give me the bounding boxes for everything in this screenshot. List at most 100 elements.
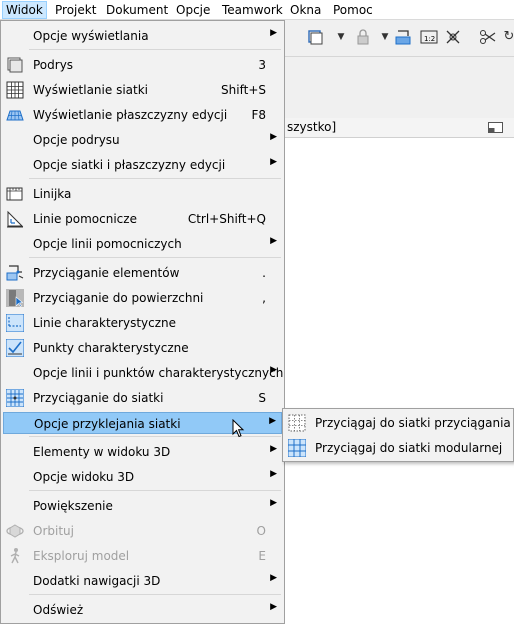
- menu-item-label: Przyciąganie do powierzchni: [33, 291, 204, 305]
- menu-item-feature-lines[interactable]: Linie charakterystyczne: [3, 312, 282, 334]
- menu-item-shortcut: 3: [258, 58, 266, 72]
- mouse-cursor-icon: [232, 418, 246, 439]
- ruler-icon: [6, 185, 24, 203]
- menu-okna[interactable]: Okna: [287, 2, 324, 18]
- menu-item-label: Linijka: [33, 187, 72, 201]
- menu-item-shortcut: Ctrl+Shift+Q: [187, 212, 266, 226]
- menu-item-ruler[interactable]: Linijka: [3, 183, 282, 205]
- menu-item-explore-model: Eksploruj model E: [3, 545, 282, 567]
- feature-points-icon: [5, 338, 25, 358]
- explore-icon: [6, 547, 24, 565]
- submenu-arrow-icon: ▶: [269, 416, 276, 426]
- menu-item-trace[interactable]: Podrys 3: [3, 54, 282, 76]
- guide-lines-icon: [6, 210, 24, 228]
- menu-opcje[interactable]: Opcje: [173, 2, 213, 18]
- submenu-item-modular-grid[interactable]: Przyciągaj do siatki modularnej: [285, 437, 511, 459]
- menu-item-label: Opcje siatki i płaszczyzny edycji: [33, 158, 226, 172]
- background-toolbar: ▼ ▼ 1:2 ↻: [284, 20, 514, 57]
- menu-separator: [29, 594, 281, 595]
- menu-item-guide-line-options[interactable]: Opcje linii pomocniczych ▶: [3, 233, 282, 255]
- menu-widok[interactable]: Widok: [2, 1, 47, 19]
- dropdown-arrow-icon[interactable]: ▼: [376, 28, 394, 46]
- element-snap-icon: [6, 264, 24, 282]
- menu-item-label: Opcje widoku 3D: [33, 470, 135, 484]
- menu-item-3d-view-options[interactable]: Opcje widoku 3D ▶: [3, 466, 282, 488]
- submenu-arrow-icon: ▶: [270, 28, 277, 38]
- menu-separator: [29, 490, 281, 491]
- trace-icon: [6, 56, 24, 74]
- submenu-item-label: Przyciągaj do siatki przyciągania: [315, 416, 511, 430]
- view-menu-dropdown: Opcje wyświetlania ▶ Podrys 3 Wyświetlan…: [0, 20, 285, 624]
- menu-item-shortcut: .: [262, 266, 266, 280]
- submenu-arrow-icon: ▶: [270, 236, 277, 246]
- menu-item-label: Linie charakterystyczne: [33, 316, 177, 330]
- orbit-icon: [6, 522, 24, 540]
- menu-item-label: Orbituj: [33, 524, 74, 538]
- menu-item-shortcut: E: [258, 549, 266, 563]
- menu-item-grid-snap[interactable]: Przyciąganie do siatki S: [3, 387, 282, 409]
- menu-teamwork[interactable]: Teamwork: [219, 2, 286, 18]
- menu-item-3d-navigation-extras[interactable]: Dodatki nawigacji 3D ▶: [3, 570, 282, 592]
- dimension-icon[interactable]: 1:2: [420, 28, 438, 46]
- menu-projekt[interactable]: Projekt: [52, 2, 99, 18]
- window-icon[interactable]: [488, 122, 504, 137]
- menu-item-label: Opcje podrysu: [33, 133, 120, 147]
- submenu-item-label: Przyciągaj do siatki modularnej: [315, 441, 503, 455]
- menu-item-label: Elementy w widoku 3D: [33, 445, 171, 459]
- menu-item-refresh[interactable]: Odśwież ▶: [3, 599, 282, 621]
- menu-item-element-snap[interactable]: Przyciąganie elementów .: [3, 262, 282, 284]
- menu-item-label: Przyciąganie elementów: [33, 266, 180, 280]
- background-filter-strip: szystko]: [284, 118, 514, 138]
- menu-item-feature-options[interactable]: Opcje linii i punktów charakterystycznyc…: [3, 362, 283, 384]
- menu-item-grid-display[interactable]: Wyświetlanie siatki Shift+S: [3, 79, 282, 101]
- menu-item-zoom[interactable]: Powiększenie ▶: [3, 495, 282, 517]
- menu-item-guide-lines[interactable]: Linie pomocnicze Ctrl+Shift+Q: [3, 208, 282, 230]
- menu-item-feature-points[interactable]: Punkty charakterystyczne: [3, 337, 282, 359]
- menu-item-3d-elements[interactable]: Elementy w widoku 3D ▶: [3, 441, 282, 463]
- snap-grid-icon: [288, 414, 306, 432]
- submenu-arrow-icon: ▶: [270, 444, 277, 454]
- menu-item-label: Punkty charakterystyczne: [33, 341, 189, 355]
- menu-item-grid-plane-options[interactable]: Opcje siatki i płaszczyzny edycji ▶: [3, 154, 282, 176]
- menu-separator: [29, 257, 281, 258]
- menu-pomoc[interactable]: Pomoc: [330, 2, 376, 18]
- menu-item-display-options[interactable]: Opcje wyświetlania ▶: [3, 25, 282, 47]
- intersection-icon[interactable]: [444, 28, 462, 46]
- menu-separator: [29, 49, 281, 50]
- submenu-arrow-icon: ▶: [270, 365, 277, 375]
- redo-icon[interactable]: ↻: [500, 28, 514, 46]
- menu-item-label: Opcje przyklejania siatki: [34, 417, 181, 431]
- menu-item-shortcut: F8: [251, 108, 266, 122]
- menu-item-label: Opcje wyświetlania: [33, 29, 149, 43]
- lock-icon[interactable]: [354, 28, 372, 46]
- menu-item-surface-snap[interactable]: Przyciąganie do powierzchni ,: [3, 287, 282, 309]
- feature-lines-icon: [5, 313, 25, 333]
- menu-item-shortcut: Shift+S: [221, 83, 266, 97]
- layer-icon[interactable]: [306, 28, 324, 46]
- svg-text:1:2: 1:2: [424, 35, 435, 43]
- menu-item-shortcut: S: [258, 391, 266, 405]
- submenu-arrow-icon: ▶: [270, 469, 277, 479]
- menu-item-edit-plane[interactable]: Wyświetlanie płaszczyzny edycji F8: [3, 104, 282, 126]
- submenu-arrow-icon: ▶: [270, 132, 277, 142]
- submenu-arrow-icon: ▶: [270, 602, 277, 612]
- menu-item-label: Powiększenie: [33, 499, 113, 513]
- background-canvas: [284, 138, 514, 624]
- menu-item-trace-options[interactable]: Opcje podrysu ▶: [3, 129, 282, 151]
- modular-grid-icon: [287, 438, 307, 458]
- dropdown-arrow-icon[interactable]: ▼: [332, 28, 350, 46]
- grid-snap-options-submenu: Przyciągaj do siatki przyciągania Przyci…: [282, 408, 514, 462]
- menu-dokument[interactable]: Dokument: [103, 2, 171, 18]
- submenu-item-snap-grid[interactable]: Przyciągaj do siatki przyciągania: [285, 412, 511, 434]
- menu-item-label: Przyciąganie do siatki: [33, 391, 164, 405]
- menu-item-label: Opcje linii pomocniczych: [33, 237, 182, 251]
- submenu-arrow-icon: ▶: [270, 498, 277, 508]
- menu-item-label: Wyświetlanie siatki: [33, 83, 148, 97]
- menu-item-label: Podrys: [33, 58, 74, 72]
- element-snap-icon[interactable]: [394, 28, 412, 46]
- split-icon[interactable]: [479, 28, 497, 46]
- menu-item-label: Dodatki nawigacji 3D: [33, 574, 161, 588]
- menu-item-label: Linie pomocnicze: [33, 212, 137, 226]
- surface-snap-icon: [6, 289, 24, 307]
- menu-item-label: Odśwież: [33, 603, 84, 617]
